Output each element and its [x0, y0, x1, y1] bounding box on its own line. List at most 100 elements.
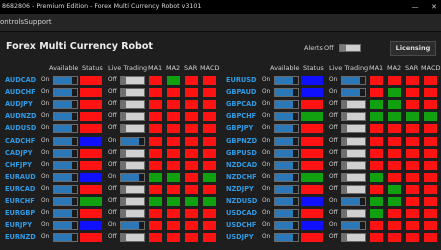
- pair-symbol: EURUSD: [226, 76, 257, 84]
- status-indicator: [301, 221, 323, 231]
- licensing-button[interactable]: Licensing: [390, 41, 436, 56]
- macd-signal: [424, 172, 437, 182]
- available-toggle[interactable]: [274, 112, 299, 122]
- status-indicator: [301, 100, 323, 110]
- live-trading-toggle[interactable]: [341, 88, 366, 98]
- live-trading-state: On: [329, 89, 338, 96]
- status-indicator: [301, 209, 323, 219]
- alerts-toggle[interactable]: [339, 44, 361, 52]
- status-indicator: [301, 112, 323, 122]
- alerts-state: Off: [324, 44, 334, 52]
- close-icon[interactable]: ✕: [424, 0, 441, 14]
- live-trading-state: Off: [329, 210, 338, 217]
- window-title: 8682806 - Premium Edition - Forex Multi …: [2, 3, 202, 10]
- live-trading-toggle[interactable]: [341, 184, 366, 194]
- macd-signal: [424, 100, 437, 110]
- sar-signal: [406, 184, 419, 194]
- live-trading-toggle[interactable]: [341, 136, 366, 146]
- pair-symbol: NZDCHF: [226, 172, 257, 181]
- live-trading-toggle[interactable]: [341, 112, 366, 122]
- status-indicator: [301, 88, 323, 98]
- live-trading-toggle[interactable]: [341, 100, 366, 110]
- toggle-knob: [342, 101, 347, 109]
- available-toggle[interactable]: [274, 88, 299, 98]
- available-toggle[interactable]: [274, 209, 299, 219]
- available-toggle[interactable]: [274, 148, 299, 158]
- pair-symbol: GBPJPY: [226, 124, 254, 133]
- sar-signal: [406, 148, 419, 158]
- live-trading-state: On: [329, 222, 338, 229]
- available-toggle[interactable]: [274, 221, 299, 231]
- pair-symbol: USDCAD: [226, 209, 257, 218]
- pair-row-nzdjpy: NZDJPY On Off: [0, 184, 441, 196]
- toggle-knob: [293, 222, 298, 230]
- menu-item-support[interactable]: Support: [24, 14, 52, 31]
- pair-row-usdchf: USDCHF On On: [0, 220, 441, 232]
- sar-signal: [406, 88, 419, 98]
- column-header-live-trading: Live Trading: [108, 64, 148, 72]
- toggle-knob: [340, 45, 346, 51]
- live-trading-state: Off: [329, 113, 338, 120]
- live-trading-state: On: [329, 77, 338, 83]
- live-trading-toggle[interactable]: [341, 209, 366, 219]
- column-header-ma2: MA2: [387, 64, 402, 72]
- live-trading-state: Off: [329, 125, 338, 132]
- toggle-knob: [342, 173, 347, 181]
- macd-signal: [424, 197, 437, 206]
- status-indicator: [301, 160, 323, 170]
- column-header-ma2: MA2: [166, 64, 181, 72]
- live-trading-toggle[interactable]: [341, 221, 366, 231]
- available-toggle[interactable]: [274, 197, 299, 206]
- live-trading-toggle[interactable]: [341, 233, 366, 243]
- toggle-knob: [293, 77, 298, 84]
- menu-bar: ontrols Support: [0, 14, 441, 32]
- pair-symbol: GBPUSD: [226, 148, 257, 157]
- available-toggle[interactable]: [274, 233, 299, 243]
- toggle-knob: [293, 137, 298, 145]
- status-indicator: [301, 184, 323, 194]
- ma1-signal: [370, 184, 383, 194]
- pair-row-gbpnzd: GBPNZD On Off: [0, 136, 441, 148]
- pair-symbol: NZDUSD: [226, 197, 258, 205]
- toggle-knob: [360, 198, 365, 205]
- available-state: On: [262, 222, 271, 229]
- available-toggle[interactable]: [274, 172, 299, 182]
- status-indicator: [301, 136, 323, 146]
- available-toggle[interactable]: [274, 136, 299, 146]
- column-header-macd: MACD: [200, 64, 220, 72]
- macd-signal: [424, 112, 437, 122]
- pair-row-gbpusd: GBPUSD On Off: [0, 148, 441, 160]
- live-trading-toggle[interactable]: [341, 172, 366, 182]
- pair-row-nzdchf: NZDCHF On Off: [0, 172, 441, 184]
- available-toggle[interactable]: [274, 100, 299, 110]
- available-toggle[interactable]: [274, 160, 299, 170]
- available-toggle[interactable]: [274, 184, 299, 194]
- ma2-signal: [388, 76, 401, 85]
- available-state: On: [262, 185, 271, 192]
- sar-signal: [406, 112, 419, 122]
- menu-item-controls[interactable]: ontrols: [0, 14, 24, 31]
- toggle-knob: [342, 210, 347, 218]
- available-state: On: [262, 125, 271, 132]
- available-toggle[interactable]: [274, 76, 299, 85]
- toggle-knob: [293, 149, 298, 157]
- ma2-signal: [388, 197, 401, 206]
- live-trading-state: Off: [329, 101, 338, 108]
- live-trading-toggle[interactable]: [341, 148, 366, 158]
- available-toggle[interactable]: [274, 124, 299, 134]
- sar-signal: [406, 221, 419, 231]
- available-state: On: [262, 77, 271, 83]
- live-trading-toggle[interactable]: [341, 197, 366, 206]
- minimize-icon[interactable]: —: [405, 0, 425, 14]
- toggle-knob: [293, 198, 298, 205]
- live-trading-toggle[interactable]: [341, 124, 366, 134]
- ma2-signal: [388, 136, 401, 146]
- ma1-signal: [370, 100, 383, 110]
- sar-signal: [406, 124, 419, 134]
- live-trading-state: Off: [329, 173, 338, 180]
- column-header-available: Available: [270, 64, 300, 72]
- live-trading-toggle[interactable]: [341, 160, 366, 170]
- ma2-signal: [388, 233, 401, 243]
- live-trading-toggle[interactable]: [341, 76, 366, 85]
- ma1-signal: [370, 76, 383, 85]
